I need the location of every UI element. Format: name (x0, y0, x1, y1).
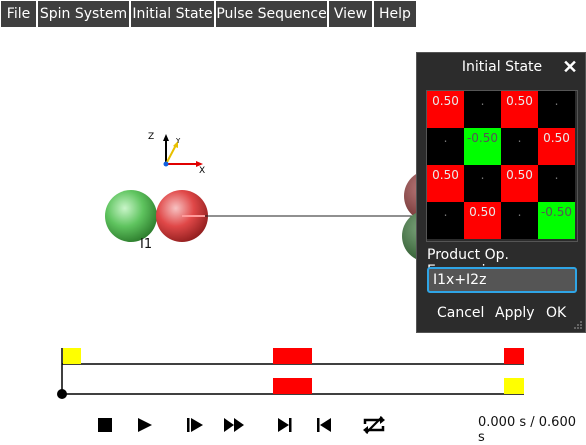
y-axis-label: Y (175, 137, 181, 145)
pulse-block[interactable] (63, 348, 81, 364)
matrix-cell[interactable]: 0.50 (464, 202, 501, 239)
time-readout: 0.000 s / 0.600 s (478, 415, 576, 445)
matrix-cell[interactable]: -0.50 (464, 128, 501, 165)
loop-icon[interactable] (361, 414, 387, 436)
fast-forward-icon[interactable] (223, 417, 245, 433)
matrix-cell[interactable]: . (464, 165, 501, 202)
matrix-cell[interactable]: 0.50 (427, 91, 464, 128)
matrix-cell[interactable]: -0.50 (538, 202, 575, 239)
apply-button[interactable]: Apply (495, 302, 535, 324)
pulse-block[interactable] (273, 378, 312, 394)
matrix-cell[interactable]: 0.50 (501, 91, 538, 128)
menu-help[interactable]: Help (374, 1, 416, 27)
matrix-cell[interactable]: . (427, 202, 464, 239)
stop-icon[interactable] (97, 417, 113, 433)
spin-sphere-green[interactable] (105, 190, 157, 242)
play-icon[interactable] (137, 417, 153, 433)
matrix-cell[interactable]: . (538, 91, 575, 128)
menu-initial-state[interactable]: Initial State (131, 1, 214, 27)
resize-grip-icon[interactable] (573, 320, 583, 330)
menu-pulse-sequence[interactable]: Pulse Sequence (216, 1, 327, 27)
skip-to-end-icon[interactable] (277, 417, 293, 433)
menu-file[interactable]: File (1, 1, 36, 27)
x-axis-label: X (199, 166, 205, 176)
spin-label: I1 (140, 237, 153, 252)
matrix-cell[interactable]: 0.50 (427, 165, 464, 202)
matrix-cell[interactable]: 0.50 (501, 165, 538, 202)
pulse-block[interactable] (504, 378, 524, 394)
expression-input[interactable] (427, 267, 577, 293)
z-axis-label: Z (148, 132, 154, 142)
close-icon[interactable]: ✕ (561, 57, 579, 77)
density-matrix: 0.50 . 0.50 . . -0.50 . 0.50 0.50 . 0.50… (426, 90, 578, 242)
pulse-block[interactable] (504, 348, 524, 364)
axes-triad: Z Y X (148, 132, 205, 176)
matrix-cell[interactable]: . (464, 91, 501, 128)
ok-button[interactable]: OK (546, 302, 566, 324)
matrix-cell[interactable]: . (501, 128, 538, 165)
timeline-cursor-handle[interactable] (57, 389, 67, 399)
step-forward-icon[interactable] (186, 417, 204, 433)
matrix-cell[interactable]: . (501, 202, 538, 239)
pulse-block[interactable] (273, 348, 312, 364)
initial-state-dialog: Initial State ✕ 0.50 . 0.50 . . -0.50 . … (416, 52, 586, 333)
matrix-cell[interactable]: . (538, 165, 575, 202)
matrix-cell[interactable]: 0.50 (538, 128, 575, 165)
matrix-cell[interactable]: . (427, 128, 464, 165)
menu-view[interactable]: View (329, 1, 372, 27)
skip-to-start-icon[interactable] (316, 417, 332, 433)
menu-spin-system[interactable]: Spin System (38, 1, 129, 27)
cancel-button[interactable]: Cancel (437, 302, 484, 324)
